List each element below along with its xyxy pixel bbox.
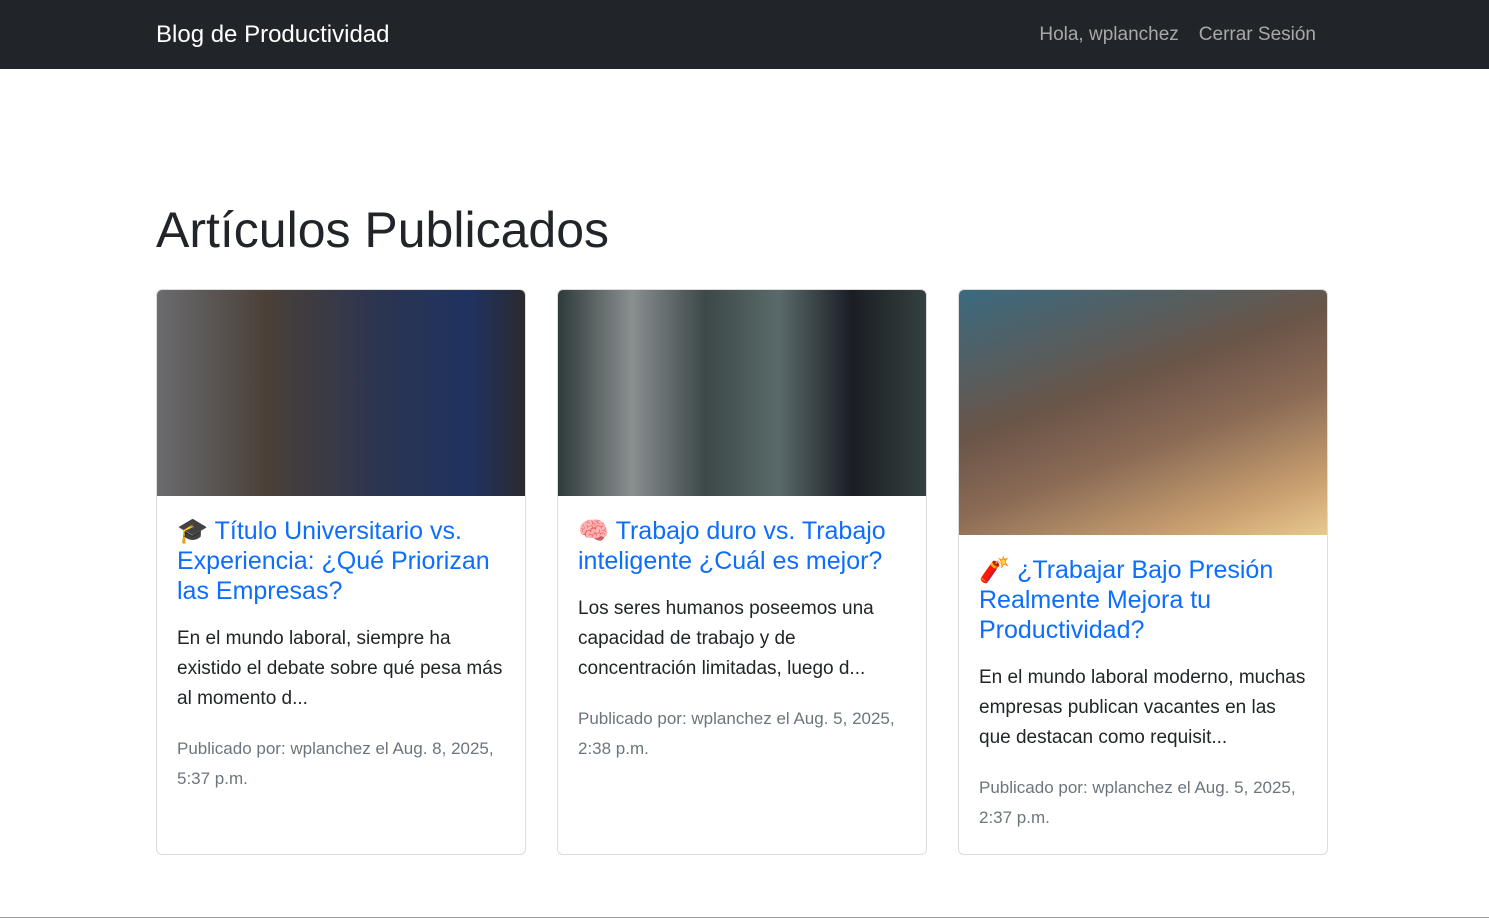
- article-image: [558, 290, 926, 496]
- article-meta: Publicado por: wplanchez el Aug. 5, 2025…: [979, 778, 1296, 827]
- article-meta: Publicado por: wplanchez el Aug. 8, 2025…: [177, 739, 494, 788]
- firecracker-icon: 🧨: [979, 556, 1011, 584]
- brand-link[interactable]: Blog de Productividad: [156, 21, 389, 49]
- article-card: 🧨 ¿Trabajar Bajo Presión Realmente Mejor…: [958, 289, 1328, 855]
- navbar: Blog de Productividad Hola, wplanchez Ce…: [0, 0, 1489, 69]
- article-image: [959, 290, 1327, 535]
- article-title-link[interactable]: 🎓 Título Universitario vs. Experiencia: …: [177, 516, 505, 606]
- brain-icon: 🧠: [578, 517, 610, 545]
- article-title-link[interactable]: 🧨 ¿Trabajar Bajo Presión Realmente Mejor…: [979, 555, 1307, 645]
- article-excerpt: En el mundo laboral moderno, muchas empr…: [979, 667, 1306, 748]
- greeting-link[interactable]: Hola, wplanchez: [1039, 24, 1178, 46]
- article-card: 🎓 Título Universitario vs. Experiencia: …: [156, 289, 526, 855]
- page-title: Artículos Publicados: [156, 202, 610, 258]
- logout-link[interactable]: Cerrar Sesión: [1199, 24, 1316, 46]
- article-excerpt: En el mundo laboral, siempre ha existido…: [177, 628, 503, 709]
- article-image: [157, 290, 525, 496]
- article-title-link[interactable]: 🧠 Trabajo duro vs. Trabajo inteligente ¿…: [578, 516, 906, 576]
- article-meta: Publicado por: wplanchez el Aug. 5, 2025…: [578, 709, 895, 758]
- article-excerpt: Los seres humanos poseemos una capacidad…: [578, 598, 874, 679]
- article-card: 🧠 Trabajo duro vs. Trabajo inteligente ¿…: [557, 289, 927, 855]
- graduation-cap-icon: 🎓: [177, 517, 209, 545]
